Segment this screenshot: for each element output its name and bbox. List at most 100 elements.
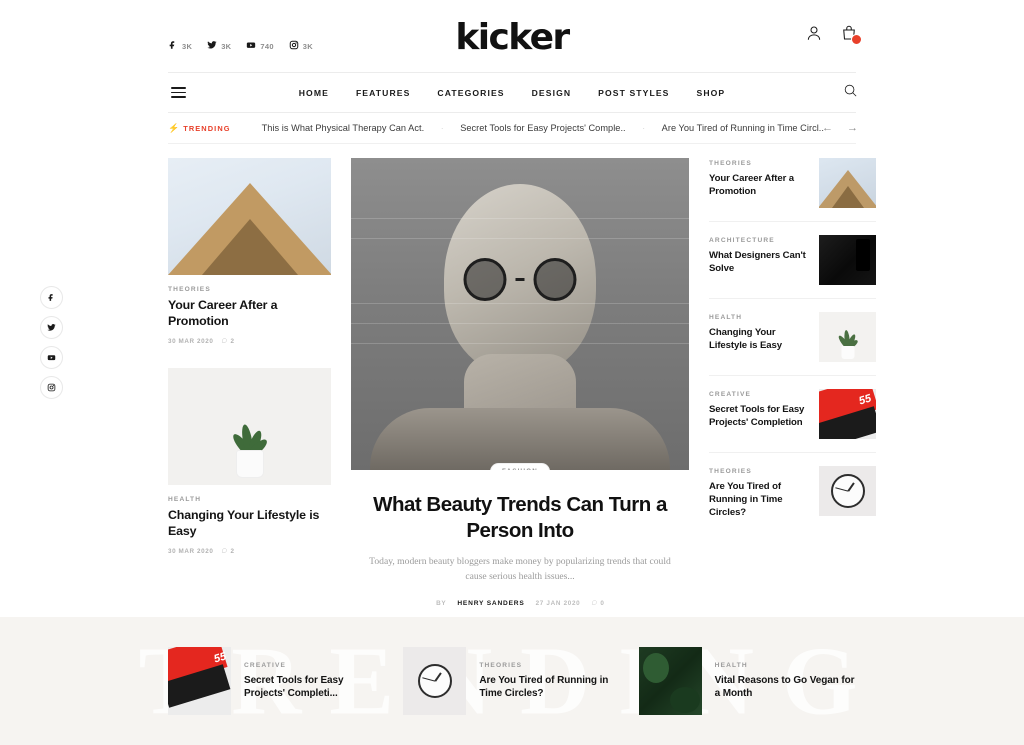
youtube-icon bbox=[47, 349, 56, 367]
article-category[interactable]: THEORIES bbox=[709, 468, 809, 475]
roof-architecture-photo[interactable] bbox=[168, 158, 331, 275]
article-meta: 30 MAR 2020 2 bbox=[168, 547, 331, 556]
trending-separator: · bbox=[642, 123, 645, 133]
left-article-card[interactable]: HEALTH Changing Your Lifestyle is Easy 3… bbox=[168, 368, 331, 555]
featured-article-excerpt: Today, modern beauty bloggers make money… bbox=[369, 556, 671, 583]
article-category[interactable]: CREATIVE bbox=[709, 391, 809, 398]
bandaged-head-with-round-glasses-photo[interactable]: FASHION bbox=[351, 158, 689, 470]
article-title[interactable]: Your Career After a Promotion bbox=[709, 172, 809, 198]
arrow-left-icon[interactable]: ← bbox=[822, 122, 833, 134]
article-title[interactable]: Changing Your Lifestyle is Easy bbox=[709, 326, 809, 352]
facebook-icon bbox=[47, 289, 56, 307]
header-social-twitter[interactable]: 3K bbox=[207, 37, 231, 55]
comment-count: 2 bbox=[230, 337, 234, 345]
article-title[interactable]: Secret Tools for Easy Projects' Completi… bbox=[244, 674, 385, 701]
header-social-facebook[interactable]: 3K bbox=[168, 37, 192, 55]
article-title[interactable]: Secret Tools for Easy Projects' Completi… bbox=[709, 403, 809, 429]
header-social-instagram[interactable]: 3K bbox=[289, 37, 313, 55]
trending-section: TRENDING 55 CREATIVE Secret Tools for Ea… bbox=[0, 617, 1024, 745]
article-date: 30 MAR 2020 bbox=[168, 337, 214, 345]
header-social-counts: 3K 3K 740 3K bbox=[168, 37, 313, 55]
search-icon bbox=[843, 84, 858, 102]
trending-separator: · bbox=[440, 123, 444, 133]
trending-card[interactable]: HEALTH Vital Reasons to Go Vegan for a M… bbox=[638, 647, 856, 715]
search-button[interactable] bbox=[843, 83, 858, 103]
sidebar-article-item[interactable]: ARCHITECTURE What Designers Can't Solve bbox=[709, 221, 876, 298]
potted-plant-photo[interactable] bbox=[819, 312, 876, 362]
article-category[interactable]: THEORIES bbox=[479, 662, 620, 669]
article-title[interactable]: Are You Tired of Running in Time Circles… bbox=[709, 480, 809, 519]
article-date: 30 MAR 2020 bbox=[168, 547, 214, 555]
left-article-card[interactable]: THEORIES Your Career After a Promotion 3… bbox=[168, 158, 331, 345]
floating-social-rail bbox=[40, 286, 63, 399]
red-laptop-photo[interactable]: 55 bbox=[168, 647, 231, 715]
byline-label: BY bbox=[436, 599, 447, 607]
sidebar-article-item[interactable]: CREATIVE Secret Tools for Easy Projects'… bbox=[709, 375, 876, 452]
nav-links: HOME FEATURES CATEGORIES DESIGN POST STY… bbox=[299, 88, 726, 98]
account-button[interactable] bbox=[805, 24, 823, 42]
article-title[interactable]: Your Career After a Promotion bbox=[168, 298, 331, 330]
site-logo[interactable]: kicker bbox=[455, 17, 570, 58]
social-rail-twitter[interactable] bbox=[40, 316, 63, 339]
nav-item-home[interactable]: HOME bbox=[299, 88, 329, 98]
youtube-count: 740 bbox=[260, 41, 274, 51]
trending-card[interactable]: THEORIES Are You Tired of Running in Tim… bbox=[403, 647, 620, 715]
social-rail-facebook[interactable] bbox=[40, 286, 63, 309]
sidebar-article-item[interactable]: THEORIES Your Career After a Promotion bbox=[709, 158, 876, 221]
article-category[interactable]: HEALTH bbox=[709, 314, 809, 321]
facebook-icon bbox=[168, 37, 178, 55]
arrow-right-icon[interactable]: → bbox=[847, 122, 858, 134]
nav-item-design[interactable]: DESIGN bbox=[532, 88, 572, 98]
red-laptop-photo[interactable]: 55 bbox=[819, 389, 876, 439]
comment-bubble-icon bbox=[221, 337, 228, 346]
article-category[interactable]: THEORIES bbox=[168, 286, 331, 293]
author-name[interactable]: HENRY SANDERS bbox=[457, 600, 524, 607]
trending-item-2[interactable]: Secret Tools for Easy Projects' Comple.. bbox=[460, 123, 625, 133]
cart-button[interactable] bbox=[840, 24, 862, 45]
article-title[interactable]: Changing Your Lifestyle is Easy bbox=[168, 508, 331, 540]
youtube-icon bbox=[246, 37, 256, 55]
article-category[interactable]: THEORIES bbox=[709, 160, 809, 167]
header-topbar: 3K 3K 740 3K kicker bbox=[168, 0, 862, 72]
nav-item-categories[interactable]: CATEGORIES bbox=[437, 88, 504, 98]
trending-label-text: TRENDING bbox=[183, 123, 231, 133]
article-title[interactable]: Are You Tired of Running in Time Circles… bbox=[479, 674, 620, 701]
nav-item-shop[interactable]: SHOP bbox=[696, 88, 725, 98]
comment-bubble-icon bbox=[221, 547, 228, 556]
wall-clock-photo[interactable] bbox=[819, 466, 876, 516]
article-category[interactable]: CREATIVE bbox=[244, 662, 385, 669]
nav-item-features[interactable]: FEATURES bbox=[356, 88, 410, 98]
trending-item-1[interactable]: This is What Physical Therapy Can Act. bbox=[262, 123, 425, 133]
featured-article-meta: BY HENRY SANDERS 27 JAN 2020 0 bbox=[351, 599, 689, 608]
trending-label: ⚡ TRENDING bbox=[168, 123, 231, 133]
page-root: 3K 3K 740 3K kicker HOME FEATURES CATEGO… bbox=[0, 0, 1024, 745]
trending-nav: ← → bbox=[822, 122, 858, 134]
dark-interior-photo[interactable] bbox=[819, 235, 876, 285]
sidebar-article-item[interactable]: HEALTH Changing Your Lifestyle is Easy bbox=[709, 298, 876, 375]
page-container: 3K 3K 740 3K kicker HOME FEATURES CATEGO… bbox=[168, 0, 876, 608]
social-rail-youtube[interactable] bbox=[40, 346, 63, 369]
green-leaves-photo[interactable] bbox=[638, 647, 702, 715]
hamburger-menu-icon[interactable] bbox=[171, 87, 186, 98]
article-category-tag[interactable]: FASHION bbox=[491, 464, 549, 470]
featured-article-body: What Beauty Trends Can Turn a Person Int… bbox=[351, 470, 689, 608]
article-title[interactable]: Vital Reasons to Go Vegan for a Month bbox=[715, 674, 856, 701]
article-category[interactable]: ARCHITECTURE bbox=[709, 237, 809, 244]
sidebar-article-item[interactable]: THEORIES Are You Tired of Running in Tim… bbox=[709, 452, 876, 532]
cart-badge bbox=[851, 34, 862, 45]
article-category[interactable]: HEALTH bbox=[168, 496, 331, 503]
header-social-youtube[interactable]: 740 bbox=[246, 37, 273, 55]
article-category[interactable]: HEALTH bbox=[715, 662, 856, 669]
social-rail-instagram[interactable] bbox=[40, 376, 63, 399]
nav-item-post-styles[interactable]: POST STYLES bbox=[598, 88, 669, 98]
featured-article-title[interactable]: What Beauty Trends Can Turn a Person Int… bbox=[351, 492, 689, 544]
trending-card[interactable]: 55 CREATIVE Secret Tools for Easy Projec… bbox=[168, 647, 385, 715]
roof-architecture-photo[interactable] bbox=[819, 158, 876, 208]
featured-grid: THEORIES Your Career After a Promotion 3… bbox=[168, 144, 876, 608]
wall-clock-photo[interactable] bbox=[403, 647, 467, 715]
trending-item-3[interactable]: Are You Tired of Running in Time Circl.. bbox=[662, 123, 824, 133]
potted-plant-photo[interactable] bbox=[168, 368, 331, 486]
article-title[interactable]: What Designers Can't Solve bbox=[709, 249, 809, 275]
twitter-count: 3K bbox=[221, 41, 232, 51]
article-comments: 2 bbox=[221, 547, 234, 556]
